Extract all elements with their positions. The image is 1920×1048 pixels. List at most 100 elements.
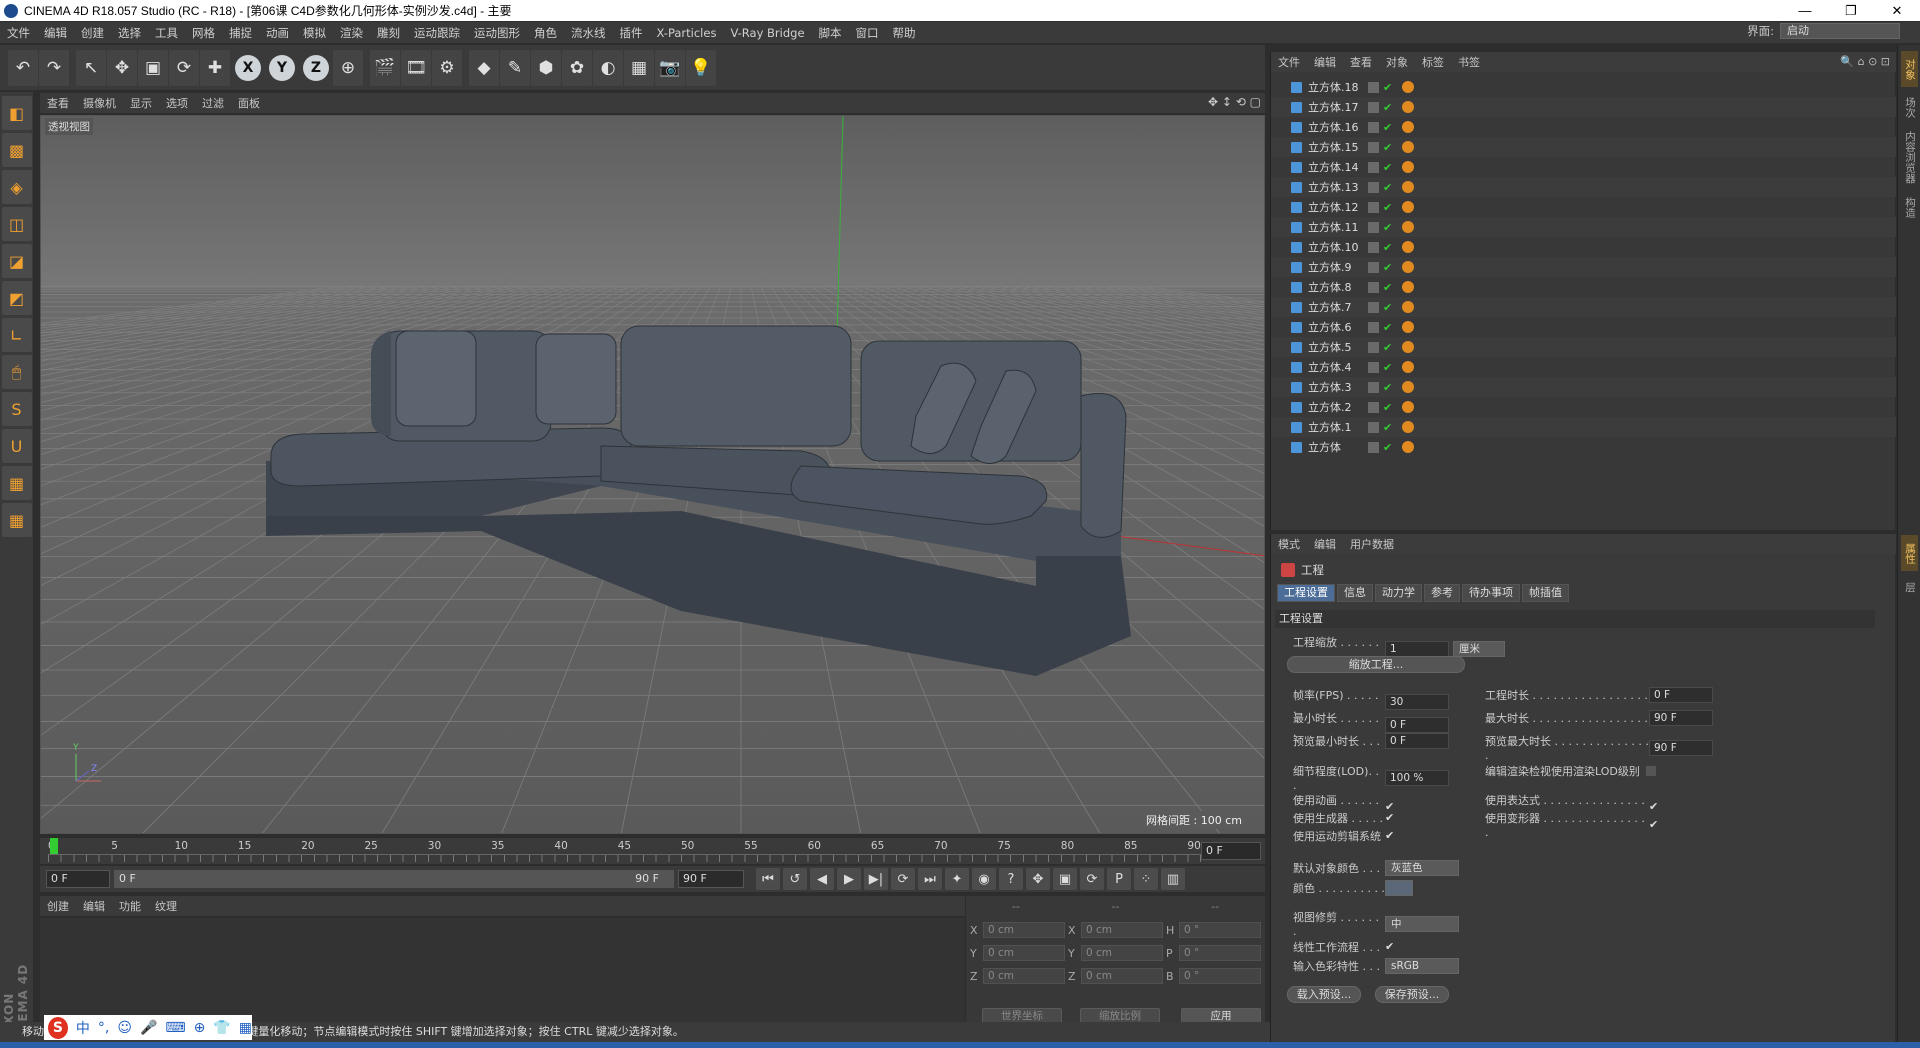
visibility-toggle-icon[interactable]	[1368, 341, 1379, 353]
visibility-toggle-icon[interactable]	[1368, 421, 1379, 433]
enabled-check-icon[interactable]: ✔	[1383, 381, 1392, 394]
coords-field-1-1[interactable]: 0 cm	[983, 945, 1065, 961]
mode-tool-6[interactable]: ∟	[1, 318, 32, 352]
viewport-menu-item-2[interactable]: 显示	[123, 95, 159, 111]
object-row[interactable]: 立方体.16 ✔	[1271, 117, 1896, 137]
ime-item-7[interactable]: ▦	[239, 1020, 252, 1036]
menu-item-12[interactable]: 运动图形	[467, 25, 527, 41]
coords-field-0-5[interactable]: 0 °	[1179, 922, 1261, 938]
max-time-field[interactable]: 90 F	[1649, 710, 1713, 726]
object-menu-item-5[interactable]: 书签	[1451, 54, 1487, 70]
object-row[interactable]: 立方体.18 ✔	[1271, 77, 1896, 97]
object-name[interactable]: 立方体.7	[1308, 299, 1366, 315]
scale-button[interactable]: ▣	[138, 49, 168, 86]
visibility-toggle-icon[interactable]	[1368, 401, 1379, 413]
object-row[interactable]: 立方体.12 ✔	[1271, 197, 1896, 217]
visibility-toggle-icon[interactable]	[1368, 121, 1379, 133]
phong-tag-icon[interactable]	[1402, 441, 1415, 453]
enabled-check-icon[interactable]: ✔	[1383, 81, 1392, 94]
enabled-check-icon[interactable]: ✔	[1383, 121, 1392, 134]
light-button[interactable]: 💡	[686, 49, 716, 86]
mode-tool-3[interactable]: ◫	[1, 207, 32, 241]
transport-button-3[interactable]: ▶	[837, 868, 861, 890]
transport-button-13[interactable]: P	[1107, 868, 1131, 890]
live-selection-button[interactable]: ↖	[76, 49, 106, 86]
linear-workflow-checkbox[interactable]: ✔	[1385, 941, 1397, 953]
mode-tool-11[interactable]: ▦	[1, 503, 32, 537]
coords-field-2-5[interactable]: 0 °	[1179, 968, 1261, 984]
enabled-check-icon[interactable]: ✔	[1383, 221, 1392, 234]
object-name[interactable]: 立方体.3	[1308, 379, 1366, 395]
render-view-button[interactable]: 🎬	[370, 49, 400, 86]
sogou-logo-icon[interactable]: S	[48, 1016, 68, 1039]
undo-button[interactable]: ↶	[8, 49, 38, 86]
coords-field-0-1[interactable]: 0 cm	[983, 922, 1065, 938]
start-frame-field[interactable]: 0 F	[46, 870, 110, 888]
recent-tool-button[interactable]: ✚	[200, 49, 230, 86]
ime-item-6[interactable]: 👕	[213, 1020, 230, 1036]
coords-field-2-3[interactable]: 0 cm	[1081, 968, 1163, 984]
side-tab-layers[interactable]: 层	[1901, 575, 1918, 599]
ime-item-4[interactable]: ⌨	[165, 1020, 185, 1036]
tab-1[interactable]: 信息	[1337, 584, 1373, 602]
object-row[interactable]: 立方体 ✔	[1271, 437, 1896, 457]
visibility-toggle-icon[interactable]	[1368, 101, 1379, 113]
phong-tag-icon[interactable]	[1402, 401, 1415, 413]
transport-button-2[interactable]: ◀	[810, 868, 834, 890]
edit-render-settings-button[interactable]: ⚙	[432, 49, 462, 86]
transport-button-11[interactable]: ▣	[1053, 868, 1077, 890]
ime-item-0[interactable]: 中	[76, 1018, 90, 1038]
viewport-menu-item-0[interactable]: 查看	[40, 95, 76, 111]
perspective-viewport[interactable]: Y Z 透视视图 网格间距 : 100 cm	[40, 115, 1265, 834]
enabled-check-icon[interactable]: ✔	[1383, 181, 1392, 194]
tab-3[interactable]: 参考	[1424, 584, 1460, 602]
transport-button-12[interactable]: ⟳	[1080, 868, 1104, 890]
project-scale-field[interactable]: 1	[1385, 640, 1449, 657]
x-axis-button[interactable]: X	[235, 54, 261, 81]
enabled-check-icon[interactable]: ✔	[1383, 241, 1392, 254]
visibility-toggle-icon[interactable]	[1368, 241, 1379, 253]
menu-item-6[interactable]: 捕捉	[222, 25, 259, 41]
ime-item-2[interactable]: ☺	[117, 1020, 132, 1036]
menu-item-2[interactable]: 创建	[74, 25, 111, 41]
tab-4[interactable]: 待办事项	[1462, 584, 1520, 602]
visibility-toggle-icon[interactable]	[1368, 281, 1379, 293]
visibility-toggle-icon[interactable]	[1368, 301, 1379, 313]
object-name[interactable]: 立方体.8	[1308, 279, 1366, 295]
preview-max-field[interactable]: 90 F	[1649, 739, 1713, 756]
use-deformers-checkbox[interactable]: ✔	[1649, 818, 1661, 831]
menu-item-3[interactable]: 选择	[111, 25, 148, 41]
object-name[interactable]: 立方体.6	[1308, 319, 1366, 335]
object-name[interactable]: 立方体.11	[1308, 219, 1366, 235]
object-row[interactable]: 立方体.1 ✔	[1271, 417, 1896, 437]
subdivision-surface-button[interactable]: ⬢	[531, 49, 561, 86]
material-menu-item-0[interactable]: 创建	[40, 898, 76, 914]
menu-item-8[interactable]: 模拟	[296, 25, 333, 41]
object-row[interactable]: 立方体.14 ✔	[1271, 157, 1896, 177]
mode-tool-7[interactable]: 🖱	[1, 355, 32, 389]
project-duration-field[interactable]: 0 F	[1649, 687, 1713, 703]
visibility-toggle-icon[interactable]	[1368, 221, 1379, 233]
phong-tag-icon[interactable]	[1402, 301, 1415, 313]
visibility-toggle-icon[interactable]	[1368, 161, 1379, 173]
view-clipping-dropdown[interactable]: 中	[1385, 915, 1459, 932]
end-frame-field[interactable]: 90 F	[678, 870, 744, 888]
redo-button[interactable]: ↷	[39, 49, 69, 86]
transport-button-15[interactable]: ▥	[1161, 868, 1185, 890]
phong-tag-icon[interactable]	[1402, 141, 1415, 153]
minimize-button[interactable]: —	[1782, 0, 1828, 21]
object-row[interactable]: 立方体.5 ✔	[1271, 337, 1896, 357]
side-tab-takes[interactable]: 场次	[1901, 91, 1918, 123]
phong-tag-icon[interactable]	[1402, 321, 1415, 333]
object-name[interactable]: 立方体	[1308, 439, 1366, 455]
attribute-menu-item-1[interactable]: 编辑	[1307, 536, 1343, 552]
camera-button[interactable]: 📷	[655, 49, 685, 86]
object-name[interactable]: 立方体.5	[1308, 339, 1366, 355]
render-lod-checkbox[interactable]	[1645, 766, 1656, 776]
enabled-check-icon[interactable]: ✔	[1383, 341, 1392, 354]
phong-tag-icon[interactable]	[1402, 101, 1415, 113]
min-time-field[interactable]: 0 F	[1385, 716, 1449, 733]
phong-tag-icon[interactable]	[1402, 421, 1415, 433]
menu-item-19[interactable]: 窗口	[849, 25, 886, 41]
object-menu-item-2[interactable]: 查看	[1343, 54, 1379, 70]
